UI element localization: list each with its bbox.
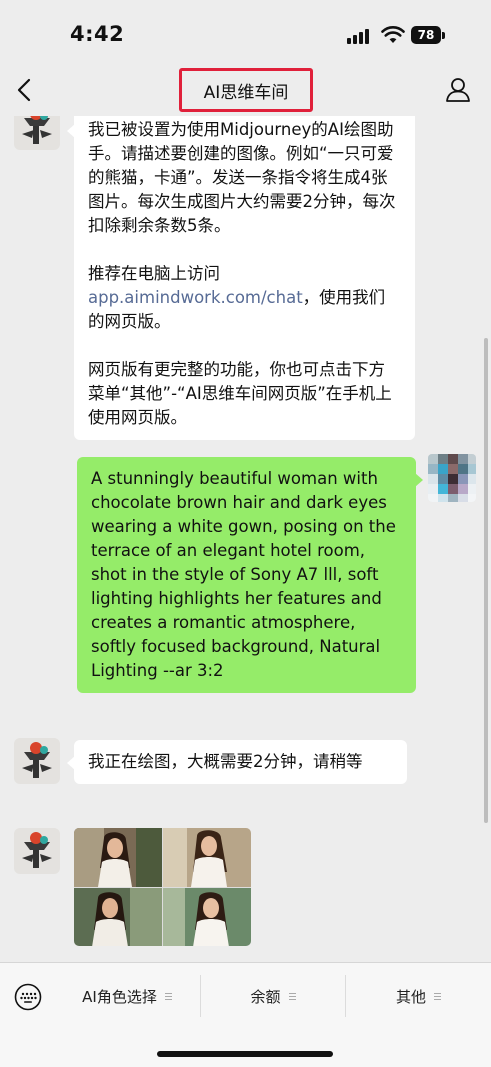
cellular-signal-icon <box>347 28 373 44</box>
user-avatar[interactable] <box>428 454 476 502</box>
generated-image[interactable] <box>74 887 162 946</box>
chat-title: AI思维车间 <box>179 68 313 112</box>
intro-paragraph-2-prefix: 推荐在电脑上访问 <box>88 264 220 283</box>
bot-avatar[interactable] <box>14 828 60 874</box>
generated-image[interactable] <box>163 887 251 946</box>
wifi-icon <box>381 26 405 43</box>
web-version-link[interactable]: app.aimindwork.com/chat <box>88 288 303 307</box>
menu-lines-icon <box>164 992 172 1000</box>
bot-avatar[interactable] <box>14 738 60 784</box>
intro-paragraph-1: 我已被设置为使用Midjourney的AI绘图助手。请描述要创建的图像。例如“一… <box>88 120 396 235</box>
intro-paragraph-2: 推荐在电脑上访问app.aimindwork.com/chat，使用我们的网页版… <box>88 262 401 334</box>
battery-icon: 78 <box>411 26 441 44</box>
bot-avatar[interactable] <box>14 116 60 150</box>
generated-image-grid[interactable] <box>74 828 251 946</box>
keyboard-icon[interactable] <box>14 983 42 1011</box>
menu-ai-role-select[interactable]: AI角色选择 <box>54 963 200 1029</box>
chevron-left-icon[interactable] <box>14 77 38 103</box>
chat-area[interactable]: 我已被设置为使用Midjourney的AI绘图助手。请描述要创建的图像。例如“一… <box>0 116 491 962</box>
generated-image[interactable] <box>163 828 251 887</box>
menu-balance[interactable]: 余额 <box>201 963 345 1029</box>
menu-lines-icon <box>288 992 296 1000</box>
bottom-menu: AI角色选择 余额 其他 <box>0 962 491 1067</box>
menu-lines-icon <box>434 992 441 1000</box>
bot-drawing-status-message: 我正在绘图，大概需要2分钟，请稍等 <box>67 740 407 784</box>
menu-other[interactable]: 其他 <box>346 963 491 1029</box>
intro-paragraph-3: 网页版有更完整的功能，你也可点击下方菜单“其他”-“AI思维车间网页版”在手机上… <box>88 360 392 427</box>
chat-scrollbar[interactable] <box>484 338 488 823</box>
menu-ai-role-select-label: AI角色选择 <box>82 987 157 1006</box>
menu-balance-label: 余额 <box>250 987 281 1006</box>
bot-intro-message: 我已被设置为使用Midjourney的AI绘图助手。请描述要创建的图像。例如“一… <box>67 116 415 440</box>
status-bar: 4:42 78 <box>0 0 491 64</box>
person-icon[interactable] <box>444 77 472 103</box>
home-indicator[interactable] <box>157 1051 333 1057</box>
menu-other-label: 其他 <box>395 987 426 1006</box>
status-time: 4:42 <box>70 22 125 46</box>
nav-bar: AI思维车间 <box>0 64 491 116</box>
user-prompt-message: A stunningly beautiful woman with chocol… <box>77 457 423 693</box>
generated-image[interactable] <box>74 828 162 887</box>
battery-tip <box>442 32 445 39</box>
